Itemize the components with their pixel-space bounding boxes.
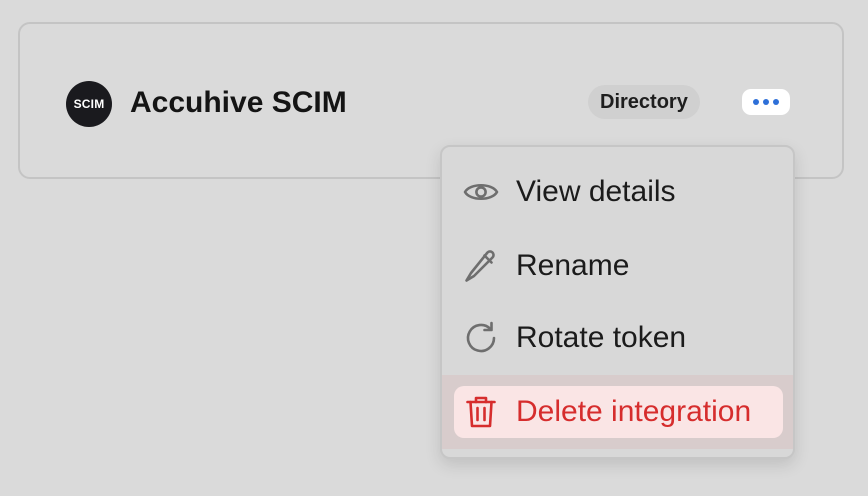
- logo-text: SCIM: [73, 97, 105, 111]
- pencil-icon: [458, 248, 504, 284]
- more-options-button[interactable]: [742, 89, 790, 115]
- menu-item-rename[interactable]: Rename: [454, 240, 783, 292]
- more-dot-icon: [773, 99, 779, 105]
- menu-item-label: Delete integration: [516, 395, 752, 428]
- menu-item-rotate-token[interactable]: Rotate token: [454, 312, 783, 364]
- menu-item-label: Rotate token: [516, 321, 687, 354]
- menu-item-delete-integration[interactable]: Delete integration: [454, 386, 783, 438]
- more-dot-icon: [763, 99, 769, 105]
- menu-item-label: Rename: [516, 249, 630, 282]
- actions-dropdown-menu: View details Rename Rotate token Delete …: [440, 145, 795, 459]
- more-dot-icon: [753, 99, 759, 105]
- menu-item-label: View details: [516, 175, 676, 208]
- trash-icon: [458, 394, 504, 430]
- rotate-icon: [458, 320, 504, 356]
- integration-name: Accuhive SCIM: [130, 86, 347, 119]
- menu-item-view-details[interactable]: View details: [454, 166, 783, 218]
- directory-badge: Directory: [588, 85, 700, 119]
- eye-icon: [458, 174, 504, 210]
- scim-logo: SCIM: [66, 81, 112, 127]
